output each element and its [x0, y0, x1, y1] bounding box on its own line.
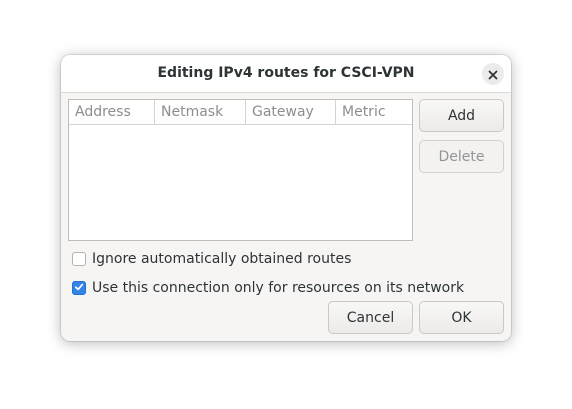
checkmark-icon	[74, 280, 84, 296]
only-own-network-checkbox[interactable]	[72, 281, 86, 295]
delete-button[interactable]: Delete	[419, 140, 504, 173]
routes-table[interactable]: Address Netmask Gateway Metric	[68, 99, 413, 241]
only-own-network-option[interactable]: Use this connection only for resources o…	[72, 280, 464, 296]
routes-table-body[interactable]	[69, 125, 412, 240]
column-header-netmask[interactable]: Netmask	[155, 100, 246, 124]
column-header-address[interactable]: Address	[69, 100, 155, 124]
cancel-button[interactable]: Cancel	[328, 301, 413, 334]
close-icon	[488, 65, 498, 84]
column-header-metric[interactable]: Metric	[336, 100, 412, 124]
ignore-auto-routes-checkbox[interactable]	[72, 252, 86, 266]
dialog-titlebar: Editing IPv4 routes for CSCI-VPN	[61, 55, 511, 93]
close-button[interactable]	[482, 63, 504, 85]
dialog-title: Editing IPv4 routes for CSCI-VPN	[157, 65, 415, 81]
add-button[interactable]: Add	[419, 99, 504, 132]
ok-button[interactable]: OK	[419, 301, 504, 334]
edit-routes-dialog: Editing IPv4 routes for CSCI-VPN Address…	[61, 55, 511, 341]
column-header-gateway[interactable]: Gateway	[246, 100, 336, 124]
only-own-network-label[interactable]: Use this connection only for resources o…	[92, 280, 464, 296]
ignore-auto-routes-option[interactable]: Ignore automatically obtained routes	[72, 251, 351, 267]
ignore-auto-routes-label[interactable]: Ignore automatically obtained routes	[92, 251, 351, 267]
routes-table-header: Address Netmask Gateway Metric	[69, 100, 412, 125]
